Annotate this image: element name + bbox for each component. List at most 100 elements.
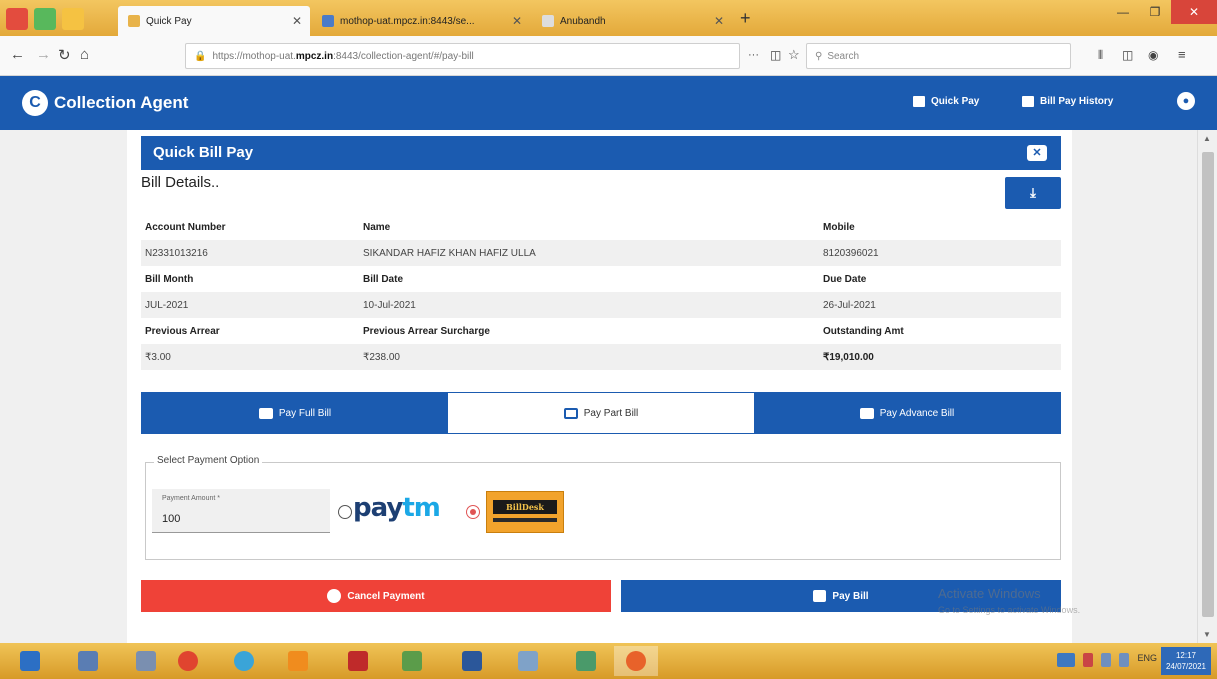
page-scrollbar[interactable]: ▲ ▼ [1197, 130, 1217, 643]
billdesk-logo[interactable]: BillDesk [486, 491, 564, 533]
search-input[interactable]: ⚲ Search [806, 43, 1071, 69]
label-previous-arrear-surcharge: Previous Arrear Surcharge [363, 325, 490, 337]
label-bill-month: Bill Month [145, 273, 194, 285]
file-explorer-icon [78, 651, 98, 671]
paytm-logo[interactable]: paytm [353, 493, 441, 523]
details-value-row: N2331013216 SIKANDAR HAFIZ KHAN HAFIZ UL… [141, 240, 1061, 266]
app-icon [576, 651, 596, 671]
search-icon: ⚲ [815, 50, 823, 62]
firefox-icon [626, 651, 646, 671]
url-domain: mpcz.in [295, 50, 334, 62]
close-tab-icon[interactable]: ✕ [292, 14, 302, 28]
tab-pay-advance-bill[interactable]: Pay Advance Bill [754, 393, 1060, 433]
sidebar-icon[interactable]: ◫ [1122, 48, 1133, 62]
volume-icon[interactable] [1119, 653, 1130, 667]
payment-amount-field[interactable]: Payment Amount * 100 [152, 489, 330, 533]
download-button[interactable]: ⤓ [1005, 177, 1061, 209]
billdesk-radio[interactable] [466, 505, 480, 519]
bill-details-title: Bill Details.. [141, 174, 220, 191]
paytm-radio[interactable] [338, 505, 352, 519]
taskbar-app[interactable] [390, 646, 434, 676]
scrollbar-thumb[interactable] [1202, 152, 1214, 617]
pocket-icon[interactable]: ◫ [770, 48, 781, 62]
close-tab-icon[interactable]: ✕ [512, 14, 522, 28]
activate-windows-watermark: Activate Windows Go to Settings to activ… [938, 585, 1080, 619]
library-icon[interactable]: ⫴ [1098, 48, 1103, 63]
taskbar-app[interactable] [166, 646, 210, 676]
pay-option-tabs: Pay Full Bill Pay Part Bill Pay Advance … [141, 392, 1061, 434]
scroll-up-icon[interactable]: ▲ [1203, 134, 1211, 143]
nav-quick-pay[interactable]: Quick Pay [913, 96, 979, 107]
tab-mothop[interactable]: mothop-uat.mpcz.in:8443/se... ✕ [312, 6, 530, 36]
forward-icon[interactable]: → [36, 46, 51, 63]
taskbar-app[interactable] [450, 646, 494, 676]
pinned-tab-icon[interactable] [6, 8, 28, 30]
back-icon[interactable]: ← [10, 46, 25, 63]
label-mobile: Mobile [823, 221, 855, 233]
value-outstanding-amt: ₹19,010.00 [823, 351, 874, 363]
details-label-row: Bill Month Bill Date Due Date [141, 266, 1061, 292]
close-card-icon[interactable]: ✕ [1027, 145, 1047, 161]
value-bill-month: JUL-2021 [145, 299, 189, 311]
payment-amount-label: Payment Amount * [162, 495, 220, 502]
scroll-down-icon[interactable]: ▼ [1203, 630, 1211, 639]
close-tab-icon[interactable]: ✕ [714, 14, 724, 28]
quick-pay-icon [913, 96, 925, 107]
taskbar-app[interactable] [66, 646, 110, 676]
pinned-tab-icon[interactable] [34, 8, 56, 30]
taskbar-app[interactable] [276, 646, 320, 676]
maximize-icon[interactable]: ❐ [1139, 0, 1171, 24]
reload-icon[interactable]: ↻ [58, 46, 71, 64]
new-tab-icon[interactable]: + [740, 8, 751, 29]
taskbar-app[interactable] [336, 646, 380, 676]
value-mobile: 8120396021 [823, 247, 879, 259]
advance-icon [859, 407, 874, 419]
minimize-icon[interactable]: — [1107, 0, 1139, 24]
value-due-date: 26-Jul-2021 [823, 299, 876, 311]
search-placeholder: Search [827, 50, 860, 62]
extension-icon[interactable]: ◉ [1148, 48, 1158, 62]
keyboard-icon[interactable] [1057, 653, 1076, 667]
tab-quick-pay[interactable]: Quick Pay ✕ [118, 6, 310, 36]
tab-pay-advance-bill-label: Pay Advance Bill [879, 407, 955, 419]
app-icon [288, 651, 308, 671]
cancel-payment-button[interactable]: Cancel Payment [141, 580, 611, 612]
tray-app-icon[interactable] [1083, 653, 1094, 667]
user-account-icon[interactable]: ● [1177, 92, 1195, 110]
taskbar-app[interactable] [564, 646, 608, 676]
payment-amount-value: 100 [162, 513, 181, 525]
value-bill-date: 10-Jul-2021 [363, 299, 416, 311]
url-bar[interactable]: 🔒 https://mothop-uat. mpcz.in :8443/coll… [185, 43, 740, 69]
windows-taskbar: ENG 12:17 24/07/2021 [0, 643, 1217, 679]
page-actions-icon[interactable]: ··· [748, 49, 759, 61]
watermark-subtitle: Go to Settings to activate Windows. [938, 605, 1081, 615]
tab-pay-part-bill[interactable]: Pay Part Bill [448, 393, 754, 433]
clock-date: 24/07/2021 [1165, 662, 1207, 671]
taskbar-app[interactable] [124, 646, 168, 676]
payment-option-legend: Select Payment Option [154, 455, 263, 466]
start-button[interactable] [8, 646, 52, 676]
menu-icon[interactable]: ≡ [1178, 47, 1186, 62]
card-header: Quick Bill Pay ✕ [141, 136, 1061, 170]
tab-pay-full-bill[interactable]: Pay Full Bill [142, 393, 448, 433]
bookmark-star-icon[interactable]: ☆ [788, 47, 800, 63]
label-outstanding-amt: Outstanding Amt [823, 325, 904, 337]
taskbar-clock[interactable]: 12:17 24/07/2021 [1161, 647, 1211, 675]
network-icon[interactable] [1101, 653, 1112, 667]
language-indicator[interactable]: ENG [1137, 653, 1157, 667]
home-icon[interactable]: ⌂ [80, 46, 89, 63]
nav-bill-pay-history[interactable]: Bill Pay History [1022, 96, 1113, 107]
favicon-icon [322, 15, 334, 27]
taskbar-app-firefox[interactable] [614, 646, 658, 676]
tab-anubandh[interactable]: Anubandh ✕ [532, 6, 732, 36]
details-label-row: Account Number Name Mobile [141, 214, 1061, 240]
taskbar-app[interactable] [506, 646, 550, 676]
browser-nav-bar: ← → ↻ ⌂ 🔒 https://mothop-uat. mpcz.in :8… [0, 36, 1217, 76]
windows-logo-icon [20, 651, 40, 671]
window-close-icon[interactable]: ✕ [1171, 0, 1217, 24]
filezilla-icon [348, 651, 368, 671]
pinned-tab-icon[interactable] [62, 8, 84, 30]
paytm-logo-part2: tm [402, 493, 441, 523]
taskbar-app[interactable] [222, 646, 266, 676]
value-name: SIKANDAR HAFIZ KHAN HAFIZ ULLA [363, 247, 536, 259]
